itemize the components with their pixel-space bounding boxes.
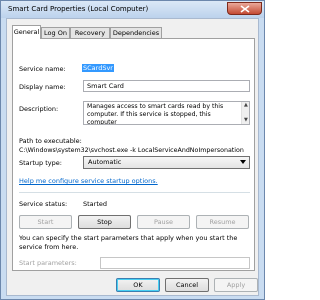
properties-window: Smart Card Properties (Local Computer) G…	[0, 0, 265, 300]
service-name-field[interactable]: SCardSvr	[82, 64, 114, 72]
general-panel: Service name: SCardSvr Display name: Sma…	[12, 38, 255, 271]
scroll-up-icon[interactable]: ▲	[244, 103, 248, 108]
description-label: Description:	[19, 105, 59, 113]
startup-type-value: Automatic	[88, 158, 122, 166]
tab-general[interactable]: General	[12, 25, 41, 39]
description-field[interactable]: Manages access to smart cards read by th…	[83, 101, 250, 125]
startup-type-select[interactable]: Automatic	[83, 156, 250, 169]
window-title: Smart Card Properties (Local Computer)	[8, 5, 149, 13]
start-params-hint: You can specify the start parameters tha…	[19, 234, 238, 251]
title-bar[interactable]: Smart Card Properties (Local Computer)	[1, 1, 264, 18]
ok-button[interactable]: OK	[116, 278, 160, 292]
dialog-body: General Log On Recovery Dependencies Ser…	[6, 18, 259, 296]
divider	[19, 192, 250, 193]
tab-recovery[interactable]: Recovery	[70, 27, 110, 38]
help-link[interactable]: Help me configure service startup option…	[19, 177, 158, 185]
pause-button[interactable]: Pause	[137, 215, 190, 229]
cancel-button[interactable]: Cancel	[165, 278, 209, 292]
scroll-down-icon[interactable]: ▼	[244, 118, 248, 123]
stop-button[interactable]: Stop	[78, 215, 131, 229]
chevron-down-icon	[240, 160, 246, 164]
display-name-value: Smart Card	[87, 82, 124, 90]
apply-button[interactable]: Apply	[214, 278, 258, 292]
service-status-value: Started	[83, 200, 108, 208]
service-name-value: SCardSvr	[82, 64, 114, 72]
service-status-label: Service status:	[19, 200, 68, 208]
tab-dependencies[interactable]: Dependencies	[110, 27, 162, 38]
description-scrollbar[interactable]: ▲ ▼	[241, 102, 249, 124]
resume-button[interactable]: Resume	[196, 215, 249, 229]
display-name-label: Display name:	[19, 83, 66, 91]
description-value: Manages access to smart cards read by th…	[87, 103, 224, 125]
start-button[interactable]: Start	[19, 215, 72, 229]
startup-type-label: Startup type:	[19, 159, 62, 167]
close-icon	[240, 5, 250, 13]
path-label: Path to executable:	[19, 137, 82, 145]
display-name-field[interactable]: Smart Card	[83, 80, 250, 92]
close-button[interactable]	[227, 2, 262, 15]
service-name-label: Service name:	[19, 65, 66, 73]
path-value: C:\Windows\system32\svchost.exe -k Local…	[19, 147, 244, 154]
start-params-input[interactable]	[100, 257, 250, 269]
tab-log-on[interactable]: Log On	[41, 27, 70, 38]
start-params-label: Start parameters:	[19, 259, 77, 267]
